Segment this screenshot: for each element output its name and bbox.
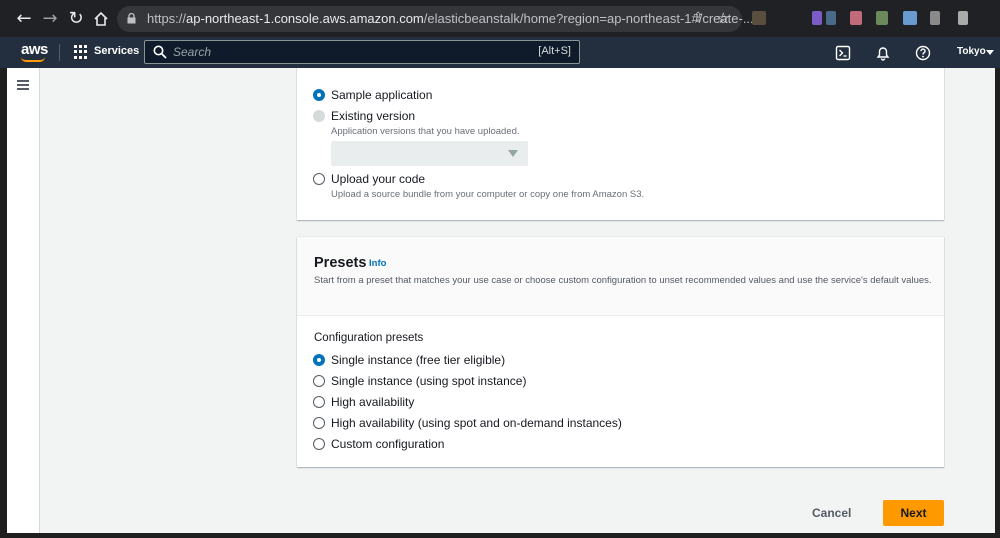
aws-logo-smile <box>21 57 45 62</box>
browser-toolbar: ← → ↻ https://ap-northeast-1.console.aws… <box>0 0 1000 37</box>
search-icon <box>153 45 167 59</box>
address-bar[interactable]: https://ap-northeast-1.console.aws.amazo… <box>117 6 754 32</box>
radio-preset-single-instance[interactable] <box>313 354 325 366</box>
radio-label-upload-your-code: Upload your code <box>331 172 426 186</box>
url-text: https://ap-northeast-1.console.aws.amazo… <box>147 11 754 26</box>
presets-header: Presets Info Start from a preset that ma… <box>297 237 944 316</box>
extension-icon[interactable] <box>930 11 940 25</box>
lock-icon <box>127 13 136 24</box>
cancel-button[interactable]: Cancel <box>812 506 851 520</box>
aws-console-header: aws Services Search [Alt+S] Tokyo <box>0 37 1000 68</box>
extension-icon[interactable] <box>826 11 836 25</box>
bookmark-star-icon[interactable]: ☆ <box>717 9 730 27</box>
main-content: Sample application Existing version Appl… <box>7 68 995 533</box>
extension-icon[interactable] <box>958 11 968 25</box>
radio-upload-your-code[interactable] <box>313 173 325 185</box>
search-input[interactable]: Search [Alt+S] <box>144 40 580 64</box>
radio-label-sample-application: Sample application <box>331 88 433 102</box>
radio-label-preset: Custom configuration <box>331 437 445 451</box>
aws-logo[interactable]: aws <box>21 41 48 58</box>
back-icon[interactable]: ← <box>14 9 34 29</box>
upload-your-code-description: Upload a source bundle from your compute… <box>331 189 645 200</box>
application-code-card: Sample application Existing version Appl… <box>297 68 944 220</box>
region-selector[interactable]: Tokyo <box>957 46 986 57</box>
radio-label-preset: Single instance (using spot instance) <box>331 374 527 388</box>
existing-version-description: Application versions that you have uploa… <box>331 126 520 137</box>
reload-icon[interactable]: ↻ <box>66 9 86 29</box>
notifications-bell-icon[interactable] <box>875 45 891 61</box>
cloudshell-icon[interactable] <box>835 45 851 61</box>
extension-icon[interactable] <box>876 11 888 25</box>
extension-icon[interactable] <box>812 11 822 25</box>
help-icon[interactable] <box>915 45 931 61</box>
share-icon[interactable]: ⇪ <box>692 10 704 26</box>
radio-preset-custom-configuration[interactable] <box>313 438 325 450</box>
search-shortcut: [Alt+S] <box>538 45 571 57</box>
side-navigation <box>7 68 40 533</box>
header-divider <box>59 44 60 61</box>
radio-preset-single-instance-spot[interactable] <box>313 375 325 387</box>
presets-card: Presets Info Start from a preset that ma… <box>297 237 944 467</box>
radio-label-existing-version: Existing version <box>331 109 416 123</box>
presets-info-link[interactable]: Info <box>369 258 386 269</box>
next-button[interactable]: Next <box>883 500 944 526</box>
application-version-select <box>331 141 528 166</box>
services-grid-icon[interactable] <box>74 45 88 59</box>
menu-icon[interactable] <box>17 80 29 90</box>
presets-title: Presets <box>314 255 367 271</box>
radio-existing-version <box>313 110 325 122</box>
extension-icon[interactable] <box>850 11 862 25</box>
radio-label-preset: Single instance (free tier eligible) <box>331 353 506 367</box>
search-placeholder: Search <box>173 45 212 59</box>
forward-icon[interactable]: → <box>40 9 60 29</box>
radio-sample-application[interactable] <box>313 89 325 101</box>
chevron-down-icon <box>986 50 994 55</box>
radio-preset-high-availability[interactable] <box>313 396 325 408</box>
radio-label-preset: High availability <box>331 395 415 409</box>
presets-description: Start from a preset that matches your us… <box>314 275 932 286</box>
extension-icon[interactable] <box>752 11 766 25</box>
extension-icon[interactable] <box>903 11 917 25</box>
radio-label-preset: High availability (using spot and on-dem… <box>331 416 622 430</box>
services-menu-button[interactable]: Services <box>94 45 139 57</box>
caret-down-icon <box>508 150 518 157</box>
configuration-presets-label: Configuration presets <box>314 332 424 344</box>
home-icon[interactable] <box>91 9 111 29</box>
radio-preset-high-availability-spot[interactable] <box>313 417 325 429</box>
